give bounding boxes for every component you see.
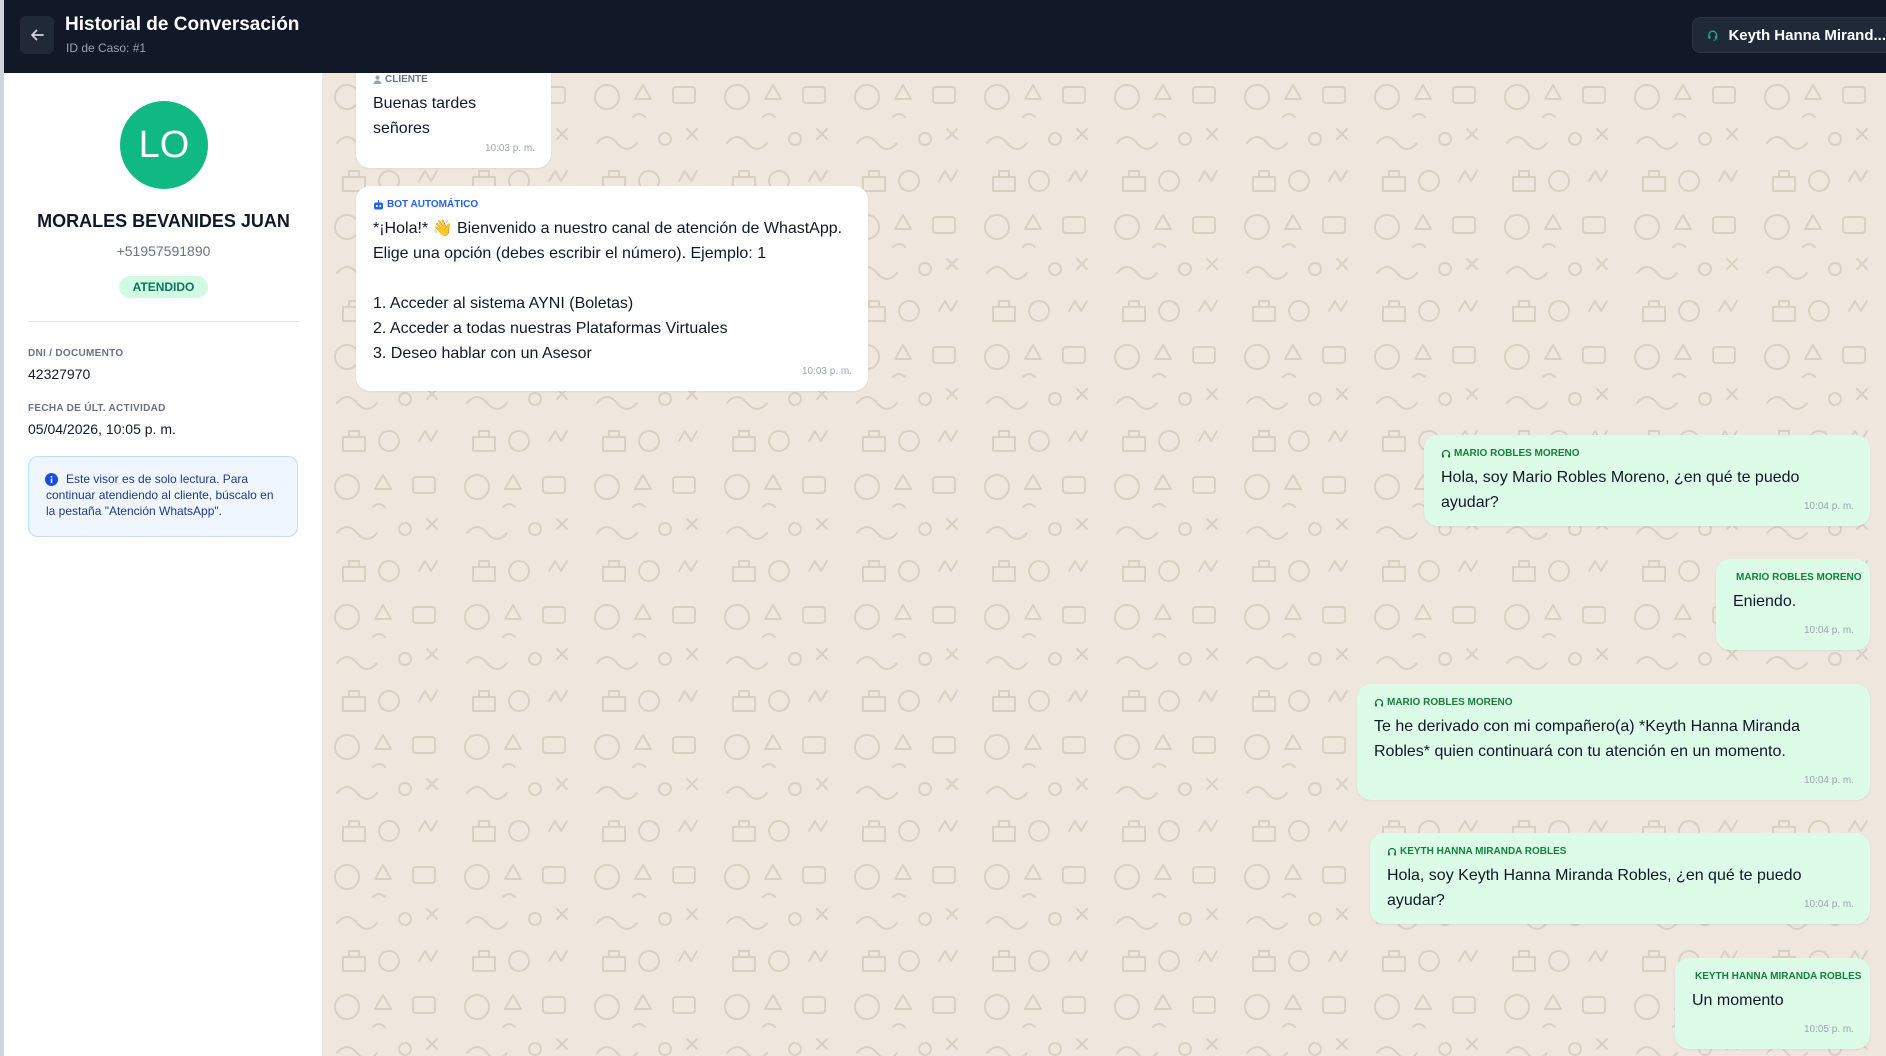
message-time: 10:04 p. m.: [1803, 775, 1854, 786]
info-icon: [45, 473, 58, 486]
message-text: Hola, soy Keyth Hanna Miranda Robles, ¿e…: [1387, 867, 1806, 909]
dni-value: 42327970: [28, 366, 91, 382]
sender-label: MARIO ROBLES MORENO: [1736, 572, 1862, 583]
activity-label: FECHA DE ÚLT. ACTIVIDAD: [28, 403, 166, 414]
client-phone: +51957591890: [116, 243, 211, 259]
robot-icon: [374, 199, 383, 209]
sender-label: KEYTH HANNA MIRANDA ROBLES: [1695, 971, 1862, 982]
headset-icon: [1387, 847, 1397, 855]
case-id: ID de Caso: #1: [66, 41, 147, 55]
activity-value: 05/04/2026, 10:05 p. m.: [28, 421, 176, 437]
read-only-notice: Este visor es de solo lectura. Para cont…: [28, 456, 298, 537]
chat-area[interactable]: CLIENTE Buenas tardes señores 10:03 p. m…: [323, 73, 1886, 1056]
client-sidebar: LO MORALES BEVANIDES JUAN +51957591890 A…: [4, 73, 323, 1056]
dni-label: DNI / DOCUMENTO: [28, 348, 124, 359]
headset-icon: [1374, 698, 1384, 706]
message-bubble-agent: MARIO ROBLES MORENO Te he derivado con m…: [1357, 684, 1870, 800]
message-time: 10:04 p. m.: [1803, 625, 1854, 636]
sender-label: CLIENTE: [385, 74, 428, 85]
user-icon: [373, 75, 382, 84]
message-bubble-client: CLIENTE Buenas tardes señores 10:03 p. m…: [356, 73, 551, 168]
divider: [28, 321, 299, 322]
message-bubble-agent: KEYTH HANNA MIRANDA ROBLES Hola, soy Key…: [1370, 833, 1870, 924]
message-bubble-agent: KEYTH HANNA MIRANDA ROBLES Un momento 10…: [1675, 958, 1870, 1049]
status-badge: ATENDIDO: [119, 276, 208, 298]
agent-name: Keyth Hanna Mirand...: [1728, 26, 1886, 44]
message-bubble-agent: MARIO ROBLES MORENO Eniendo. 10:04 p. m.: [1716, 559, 1870, 650]
message-time: 10:04 p. m.: [1803, 501, 1854, 512]
sender-label: MARIO ROBLES MORENO: [1387, 697, 1513, 708]
message-text: Buenas tardes señores: [373, 95, 481, 137]
message-text: Te he derivado con mi compañero(a) *Keyt…: [1374, 718, 1801, 760]
headset-icon: [1708, 30, 1718, 41]
message-text: Hola, soy Mario Robles Moreno, ¿en qué t…: [1441, 469, 1804, 511]
message-text: Un momento: [1692, 992, 1784, 1009]
headset-icon: [1441, 449, 1451, 457]
sender-label: MARIO ROBLES MORENO: [1454, 448, 1580, 459]
page-title: Historial de Conversación: [65, 14, 300, 35]
message-bubble-agent: MARIO ROBLES MORENO Hola, soy Mario Robl…: [1424, 435, 1870, 526]
avatar: LO: [120, 101, 208, 189]
sender-label: BOT AUTOMÁTICO: [387, 199, 479, 210]
sender-label: KEYTH HANNA MIRANDA ROBLES: [1400, 846, 1567, 857]
arrow-left-icon: [31, 29, 44, 41]
message-bubble-bot: BOT AUTOMÁTICO *¡Hola!* 👋 Bienvenido a n…: [356, 186, 868, 391]
message-text: *¡Hola!* 👋 Bienvenido a nuestro canal de…: [373, 220, 843, 362]
top-header: Historial de Conversación ID de Caso: #1…: [4, 0, 1886, 73]
current-agent-pill[interactable]: Keyth Hanna Mirand...: [1692, 17, 1886, 53]
message-text: Eniendo.: [1733, 593, 1797, 610]
back-button[interactable]: [20, 16, 54, 54]
client-name: MORALES BEVANIDES JUAN: [37, 211, 290, 231]
message-time: 10:05 p. m.: [1803, 1024, 1854, 1035]
message-time: 10:03 p. m.: [801, 366, 852, 377]
message-time: 10:04 p. m.: [1803, 899, 1854, 910]
notice-text: Este visor es de solo lectura. Para cont…: [46, 472, 274, 518]
message-time: 10:03 p. m.: [484, 143, 535, 154]
